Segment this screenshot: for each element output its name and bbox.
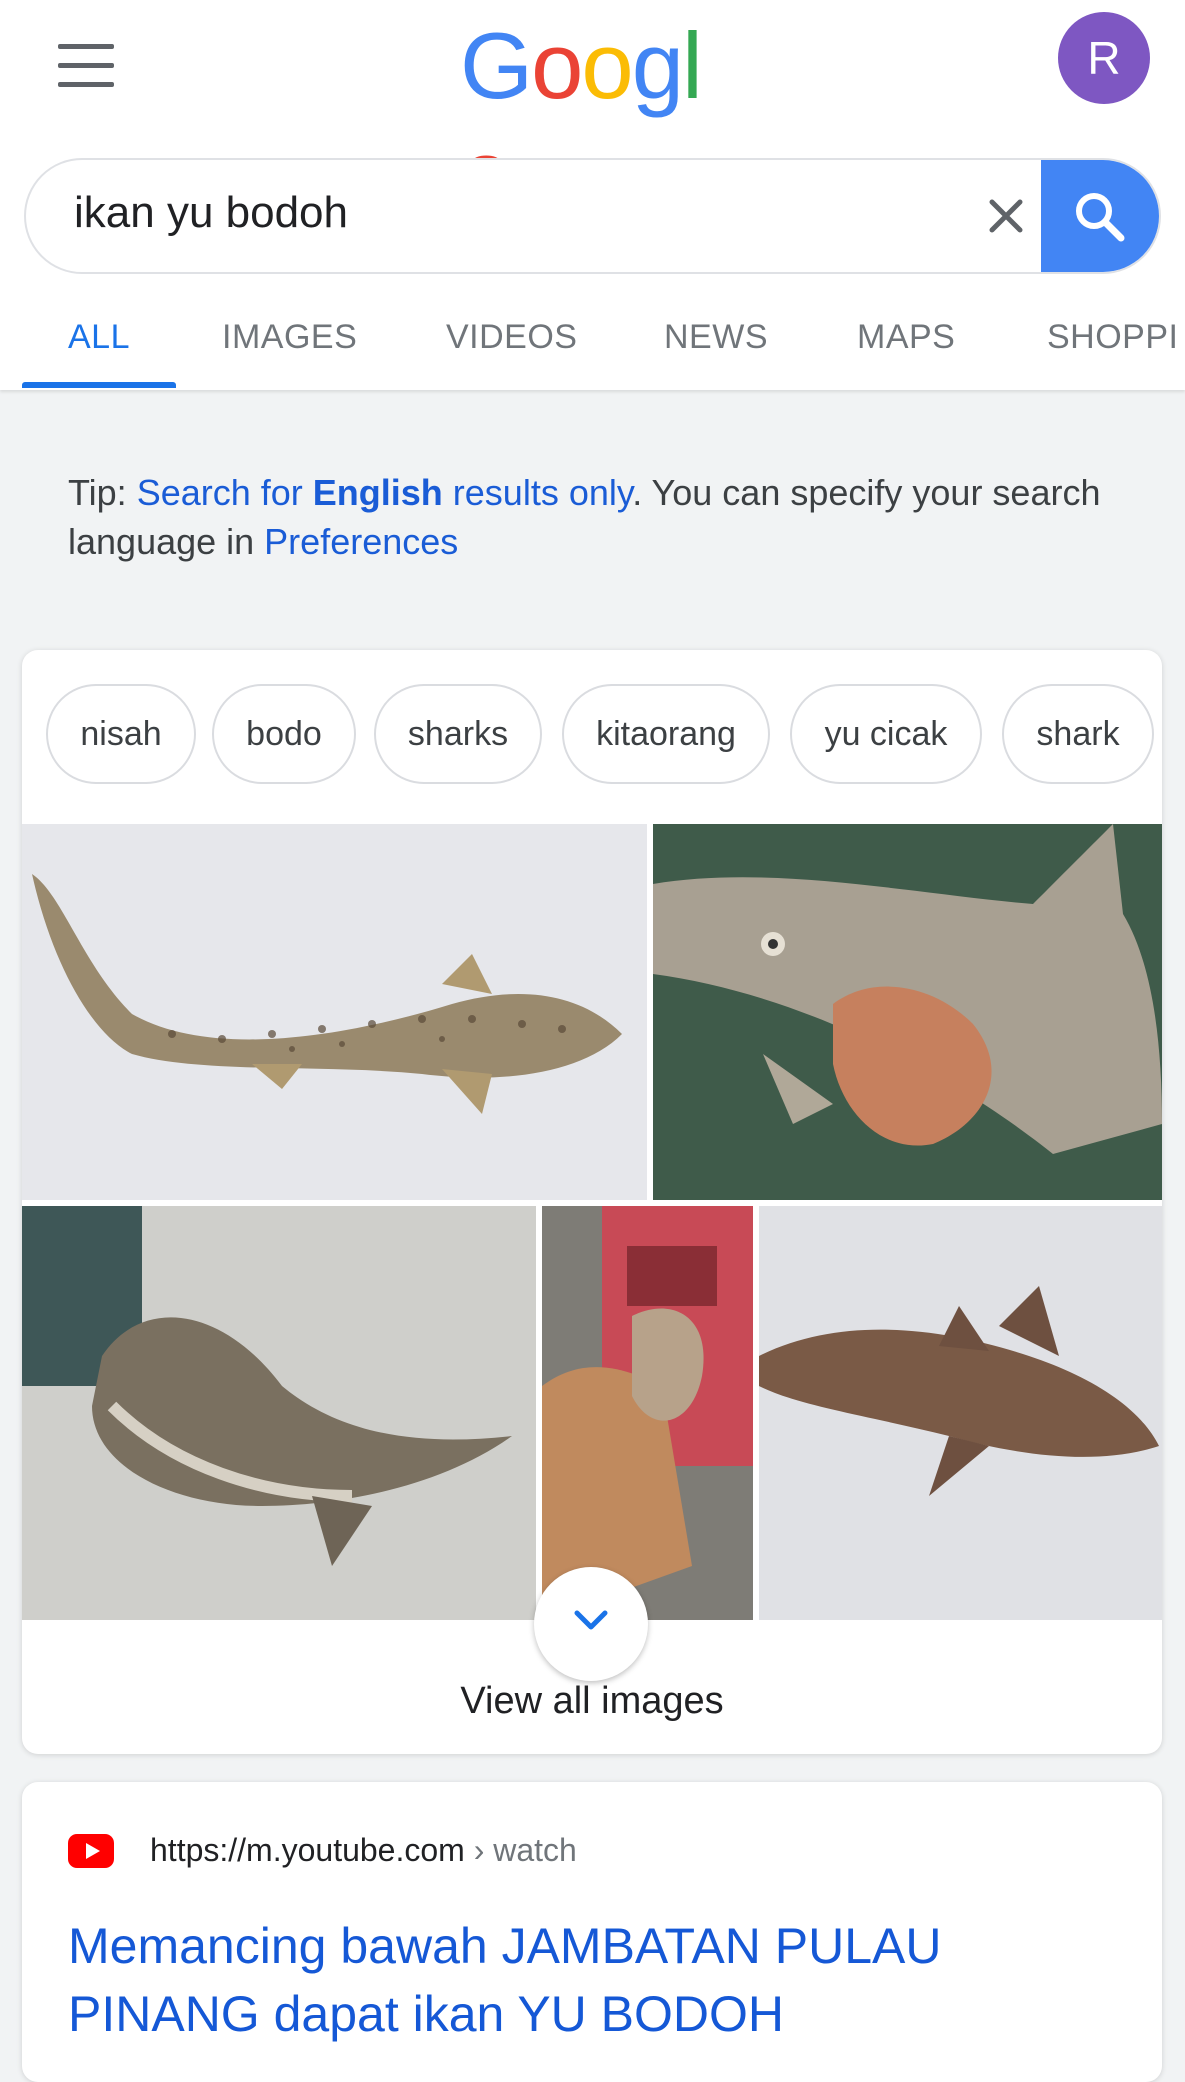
tab-news[interactable]: NEWS — [664, 318, 768, 357]
image-result-2[interactable] — [653, 824, 1162, 1200]
image-result-3[interactable] — [22, 1206, 536, 1620]
search-input[interactable]: ikan yu bodoh — [74, 188, 348, 238]
image-result-4[interactable] — [542, 1206, 753, 1620]
language-tip: Tip: Search for English results only. Yo… — [68, 468, 1128, 566]
chip-sharks[interactable]: sharks — [374, 684, 542, 784]
search-tabs: ALL IMAGES VIDEOS NEWS MAPS SHOPPI — [0, 300, 1185, 390]
tab-maps[interactable]: MAPS — [857, 318, 955, 357]
preferences-link[interactable]: Preferences — [264, 521, 458, 562]
chip-shark[interactable]: shark — [1002, 684, 1154, 784]
english-only-link[interactable]: Search for English results only — [137, 472, 633, 513]
tab-all[interactable]: ALL — [68, 318, 130, 357]
image-result-5[interactable] — [759, 1206, 1162, 1620]
view-all-images-link[interactable]: View all images — [22, 1680, 1162, 1723]
tip-prefix: Tip: — [68, 472, 137, 513]
top-bar: Google R ikan yu bodoh ALL IMAGES VIDEOS… — [0, 0, 1185, 390]
result-url[interactable]: https://m.youtube.com › watch — [150, 1832, 577, 1869]
close-icon[interactable] — [978, 188, 1034, 244]
tab-videos[interactable]: VIDEOS — [446, 318, 577, 357]
youtube-icon — [68, 1834, 114, 1868]
avatar[interactable]: R — [1058, 12, 1150, 104]
image-result-1[interactable] — [22, 824, 647, 1200]
result-card: https://m.youtube.com › watch Memancing … — [22, 1782, 1162, 2082]
google-logo[interactable]: Google — [460, 12, 720, 226]
tab-shopping[interactable]: SHOPPI — [1047, 318, 1178, 357]
search-icon — [1076, 193, 1125, 242]
chip-bodo[interactable]: bodo — [212, 684, 356, 784]
image-results-card: nisah bodo sharks kitaorang yu cicak sha… — [22, 650, 1162, 1754]
chevron-down-icon — [574, 1610, 608, 1630]
chip-nisah[interactable]: nisah — [46, 684, 196, 784]
active-tab-indicator — [22, 382, 176, 388]
expand-images-button[interactable] — [534, 1567, 648, 1681]
chip-yu-cicak[interactable]: yu cicak — [790, 684, 982, 784]
chip-kitaorang[interactable]: kitaorang — [562, 684, 770, 784]
tab-images[interactable]: IMAGES — [222, 318, 357, 357]
result-title-link[interactable]: Memancing bawah JAMBATAN PULAU PINANG da… — [68, 1912, 1128, 2048]
search-box[interactable]: ikan yu bodoh — [24, 158, 1161, 274]
hamburger-menu-icon[interactable] — [58, 44, 114, 88]
search-button[interactable] — [1041, 160, 1159, 272]
